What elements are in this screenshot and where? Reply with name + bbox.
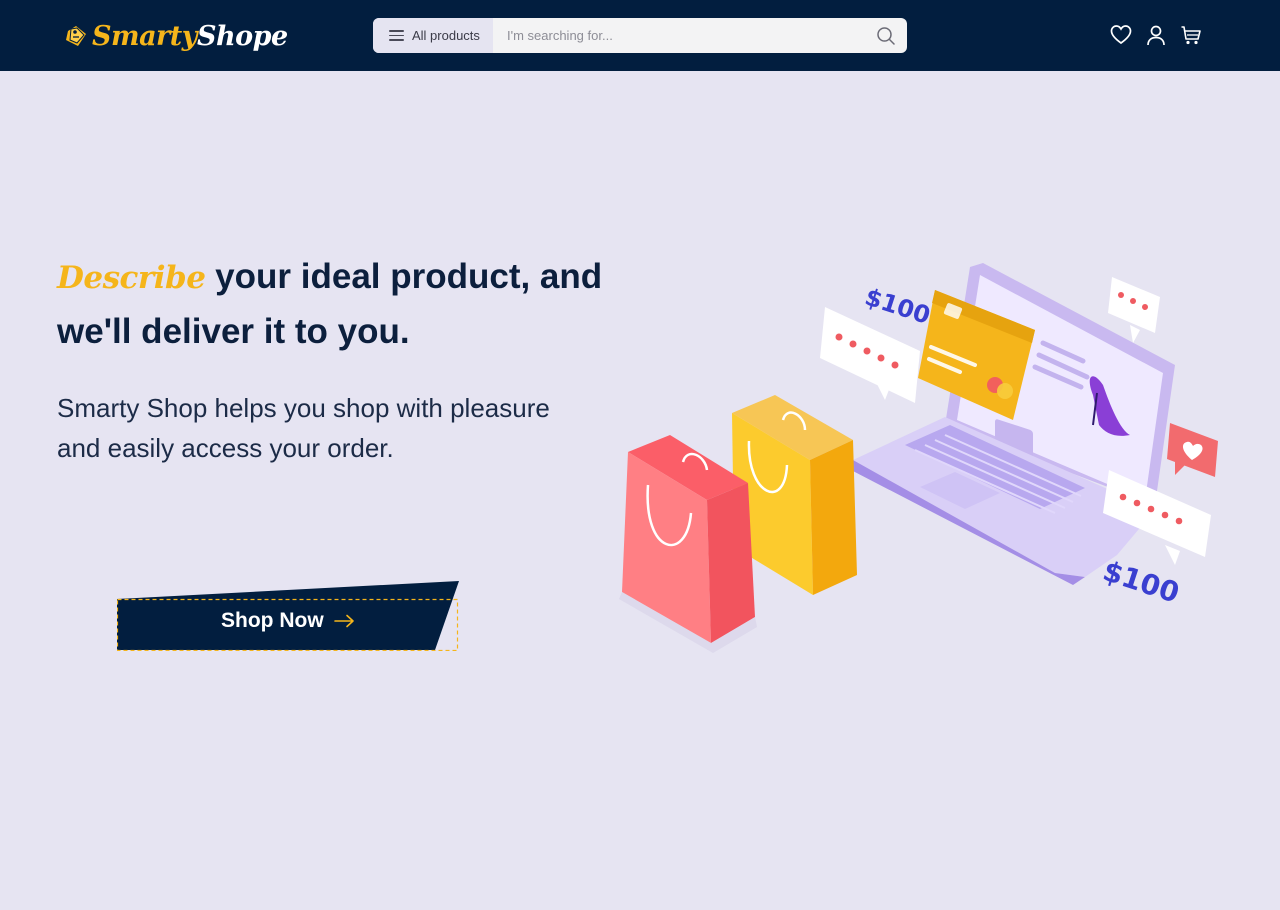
account-button[interactable] [1145, 24, 1167, 46]
shop-now-button[interactable]: Shop Now [117, 581, 459, 651]
search-button[interactable] [865, 18, 907, 53]
search-icon [877, 26, 895, 45]
search-input[interactable] [493, 18, 865, 53]
shopping-illustration: $100 $100 [619, 263, 1218, 653]
shopping-tags-icon [66, 26, 86, 46]
shop-now-label: Shop Now [221, 609, 324, 632]
category-label: All products [412, 28, 480, 43]
brand-name-part2: Shope [196, 20, 288, 52]
cart-button[interactable] [1180, 24, 1202, 46]
headline-accent: Describe [57, 260, 206, 296]
header-actions [1110, 24, 1202, 46]
price-tag-top: $100 [861, 283, 933, 330]
search-bar: All products [373, 18, 907, 53]
price-tag-bottom: $100 [1099, 554, 1183, 609]
shopping-bags-icon [619, 395, 857, 653]
arrow-right-icon [333, 614, 354, 628]
brand-name-part1: Smarty [92, 20, 197, 52]
top-navbar: SmartyShope All products [0, 0, 1280, 71]
brand-logo[interactable]: SmartyShope [62, 14, 288, 58]
cart-icon [1181, 26, 1201, 45]
hero-subtext: Smarty Shop helps you shop with pleasure… [57, 393, 550, 463]
category-dropdown[interactable]: All products [373, 18, 493, 53]
wishlist-button[interactable] [1110, 24, 1132, 46]
hero-headline: Describe your ideal product, and we'll d… [57, 250, 657, 358]
brand-name: SmartyShope [92, 21, 288, 52]
heart-bubble-icon [1167, 423, 1218, 477]
user-icon [1147, 25, 1165, 46]
shop-now-label-group: Shop Now [221, 609, 356, 633]
heart-icon [1110, 25, 1132, 45]
menu-icon [389, 30, 404, 41]
